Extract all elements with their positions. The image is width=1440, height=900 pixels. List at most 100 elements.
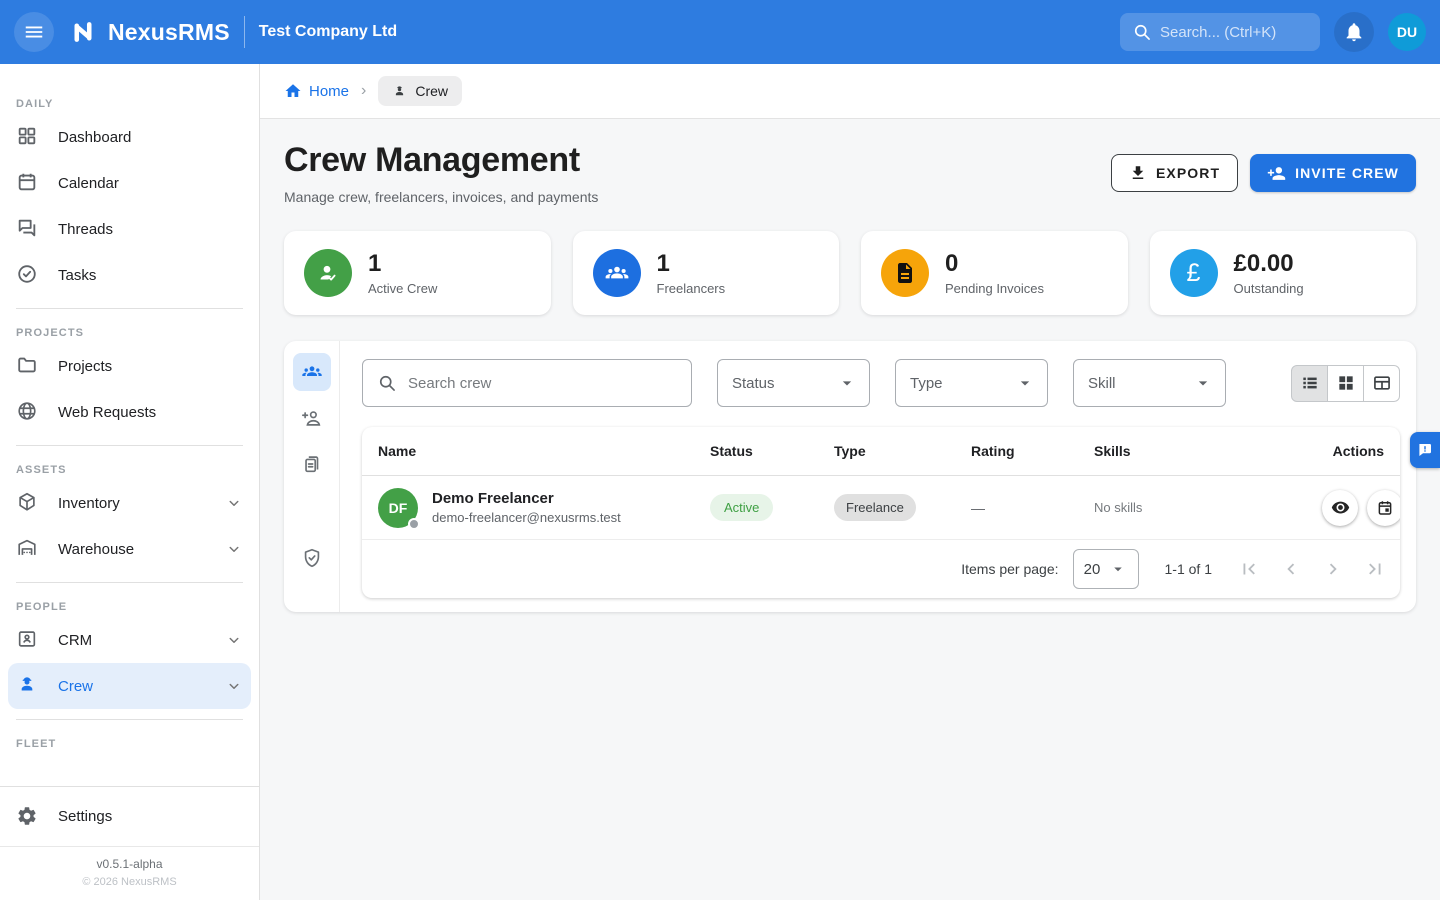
dropdown-arrow-icon <box>1193 373 1213 393</box>
global-search-input[interactable] <box>1160 24 1300 41</box>
schedule-button[interactable] <box>1367 490 1400 526</box>
chevron-down-icon <box>225 677 243 695</box>
view-toggle <box>1291 365 1400 402</box>
crew-name: Demo Freelancer <box>432 490 621 507</box>
topbar: NexusRMS Test Company Ltd DU <box>0 0 1440 64</box>
table-view-icon <box>1372 373 1392 393</box>
calendar-event-icon <box>1376 499 1394 517</box>
search-icon <box>377 373 397 393</box>
globe-icon <box>16 400 40 424</box>
page-size-select[interactable]: 20 <box>1073 549 1139 589</box>
sidebar-item-label: Settings <box>58 808 112 825</box>
divider <box>16 445 243 446</box>
sidebar-item-web-requests[interactable]: Web Requests <box>0 389 259 435</box>
crew-table: Name Status Type Rating Skills Actions D… <box>362 427 1400 598</box>
table-header-row: Name Status Type Rating Skills Actions <box>362 427 1400 476</box>
sidebar-item-warehouse[interactable]: Warehouse <box>0 526 259 572</box>
sidebar-item-projects[interactable]: Projects <box>0 343 259 389</box>
next-page-button[interactable] <box>1322 558 1344 580</box>
section-label-daily: DAILY <box>16 98 243 114</box>
brand[interactable]: NexusRMS <box>66 15 230 49</box>
stat-label: Pending Invoices <box>945 281 1044 296</box>
folder-icon <box>16 354 40 378</box>
chevron-down-icon <box>225 494 243 512</box>
breadcrumb-current-chip: Crew <box>378 76 462 106</box>
page-size-value: 20 <box>1084 561 1101 578</box>
rating-value: — <box>971 500 1094 516</box>
panel-tab-rail <box>284 341 340 612</box>
sidebar-item-crew[interactable]: Crew <box>8 663 251 709</box>
tab-compliance[interactable] <box>293 539 331 577</box>
notifications-button[interactable] <box>1334 12 1374 52</box>
sidebar-item-label: Web Requests <box>58 404 156 421</box>
search-icon <box>1132 22 1152 42</box>
sidebar-item-tasks[interactable]: Tasks <box>0 252 259 298</box>
skill-filter-select[interactable]: Skill <box>1073 359 1226 407</box>
chevron-down-icon <box>225 540 243 558</box>
sidebar-item-settings[interactable]: Settings <box>0 794 259 840</box>
column-header-rating: Rating <box>971 443 1094 459</box>
divider <box>16 582 243 583</box>
shield-check-icon <box>301 547 323 569</box>
person-add-icon <box>301 407 323 429</box>
sidebar-item-threads[interactable]: Threads <box>0 206 259 252</box>
stat-value: 0 <box>945 250 1044 278</box>
page-title: Crew Management <box>284 141 598 180</box>
sidebar-item-label: Crew <box>58 678 93 695</box>
first-page-button[interactable] <box>1238 558 1260 580</box>
crew-search-input[interactable] <box>408 375 677 392</box>
page-subtitle: Manage crew, freelancers, invoices, and … <box>284 189 598 205</box>
presence-dot <box>408 518 420 530</box>
last-page-button[interactable] <box>1364 558 1386 580</box>
section-label-people: PEOPLE <box>16 601 243 617</box>
sidebar-item-dashboard[interactable]: Dashboard <box>0 114 259 160</box>
menu-icon[interactable] <box>14 12 54 52</box>
stat-card-outstanding: £ £0.00 Outstanding <box>1150 231 1417 315</box>
type-filter-label: Type <box>910 375 943 392</box>
person-check-icon <box>304 249 352 297</box>
column-header-status: Status <box>710 443 834 459</box>
table-view-button[interactable] <box>1363 365 1400 402</box>
paginator: Items per page: 20 1-1 of 1 <box>362 540 1400 598</box>
crew-email: demo-freelancer@nexusrms.test <box>432 510 621 525</box>
person-add-icon <box>1267 164 1286 183</box>
warehouse-icon <box>16 537 40 561</box>
crew-search-field[interactable] <box>362 359 692 407</box>
tab-invite[interactable] <box>293 399 331 437</box>
export-button[interactable]: EXPORT <box>1111 154 1238 192</box>
sidebar-item-crm[interactable]: CRM <box>0 617 259 663</box>
global-search[interactable] <box>1120 13 1320 51</box>
breadcrumb-current-label: Crew <box>415 83 448 99</box>
list-view-button[interactable] <box>1291 365 1328 402</box>
breadcrumb: Home › Crew <box>260 64 1440 119</box>
invite-crew-button[interactable]: INVITE CREW <box>1250 154 1416 192</box>
user-avatar[interactable]: DU <box>1388 13 1426 51</box>
dropdown-arrow-icon <box>837 373 857 393</box>
status-filter-label: Status <box>732 375 775 392</box>
tab-crew-list[interactable] <box>293 353 331 391</box>
status-filter-select[interactable]: Status <box>717 359 870 407</box>
table-row[interactable]: DF Demo Freelancer demo-freelancer@nexus… <box>362 476 1400 540</box>
grid-view-icon <box>1336 373 1356 393</box>
stat-label: Freelancers <box>657 281 726 296</box>
items-per-page-label: Items per page: <box>961 561 1058 577</box>
stat-value: £0.00 <box>1234 250 1304 278</box>
sidebar-item-calendar[interactable]: Calendar <box>0 160 259 206</box>
feedback-button[interactable] <box>1410 432 1440 468</box>
check-circle-icon <box>16 263 40 287</box>
type-filter-select[interactable]: Type <box>895 359 1048 407</box>
tab-invoices[interactable] <box>293 445 331 483</box>
sidebar-item-label: Dashboard <box>58 129 131 146</box>
sidebar-item-inventory[interactable]: Inventory <box>0 480 259 526</box>
previous-page-button[interactable] <box>1280 558 1302 580</box>
company-name: Test Company Ltd <box>259 23 397 41</box>
grid-view-button[interactable] <box>1327 365 1364 402</box>
view-button[interactable] <box>1322 490 1358 526</box>
stat-card-pending-invoices: 0 Pending Invoices <box>861 231 1128 315</box>
breadcrumb-home-link[interactable]: Home <box>284 82 349 100</box>
pound-icon: £ <box>1170 249 1218 297</box>
stat-card-active-crew: 1 Active Crew <box>284 231 551 315</box>
section-label-fleet: FLEET <box>16 738 243 754</box>
sidebar-footer: v0.5.1-alpha © 2026 NexusRMS <box>0 846 259 900</box>
filter-row: Status Type Skill <box>362 359 1400 407</box>
